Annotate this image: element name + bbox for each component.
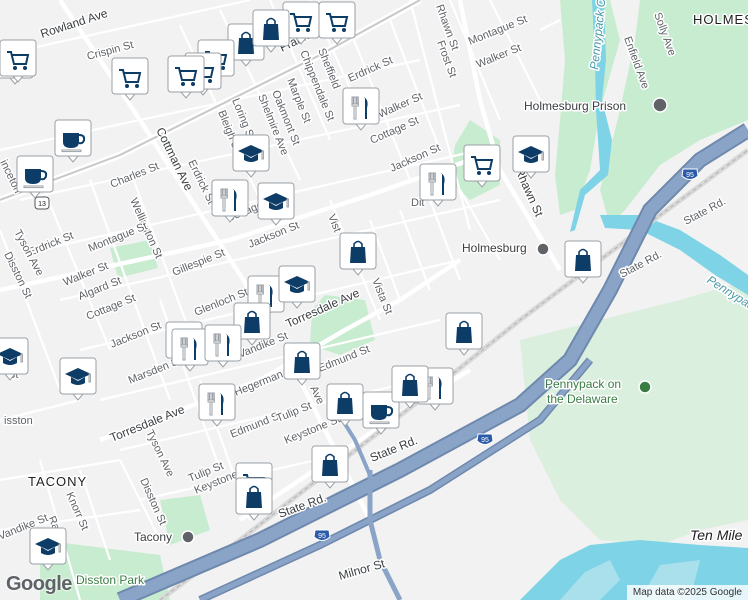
svg-text:95: 95	[686, 172, 694, 179]
shopping-cart-icon[interactable]	[111, 57, 149, 101]
park-tree-icon	[638, 380, 652, 394]
shopping-bag-icon[interactable]	[391, 365, 429, 409]
google-logo: Google	[6, 573, 72, 595]
restaurant-icon[interactable]	[419, 163, 457, 207]
route-13-shield: 13	[34, 196, 50, 210]
map-svg[interactable]: 95 95 95 13 Rowland Ave Frankford Ave Cr…	[0, 0, 748, 600]
school-icon[interactable]	[232, 134, 270, 178]
shopping-bag-icon[interactable]	[564, 240, 602, 284]
school-icon[interactable]	[59, 357, 97, 401]
holmesburg-station-icon	[536, 242, 550, 256]
svg-text:95: 95	[318, 533, 326, 540]
school-icon[interactable]	[29, 527, 67, 571]
label-pennypack-park-1: Pennypack on	[545, 377, 621, 391]
label-isston: isston	[4, 415, 33, 427]
svg-text:95: 95	[481, 437, 489, 444]
label-knorr: Knorr St	[63, 490, 90, 532]
label-tyson-low: Tyson Ave	[143, 428, 176, 479]
prison-landmark-icon	[652, 97, 668, 113]
school-icon[interactable]	[512, 135, 550, 179]
label-jackson-left: Jackson St	[109, 319, 163, 350]
label-walker-mid: Walker St	[376, 91, 424, 121]
tacony-station-icon	[181, 530, 195, 544]
cafe-icon[interactable]	[16, 155, 54, 199]
school-icon[interactable]	[278, 265, 316, 309]
shopping-cart-icon[interactable]	[167, 55, 205, 99]
i95-shield-2: 95	[476, 433, 494, 445]
label-milnor: Milnor St	[337, 556, 387, 583]
svg-text:13: 13	[38, 201, 46, 208]
shopping-cart-icon[interactable]	[318, 1, 356, 45]
label-pennypack-park-2: the Delaware	[547, 392, 618, 406]
label-state-rd-far: State Rd.	[682, 196, 728, 228]
school-icon[interactable]	[257, 182, 295, 226]
map-attribution[interactable]: Map data ©2025 Google	[626, 585, 748, 600]
map-canvas[interactable]: 95 95 95 13 Rowland Ave Frankford Ave Cr…	[0, 0, 748, 600]
restaurant-icon[interactable]	[198, 383, 236, 427]
label-tulip-mid: Tulip St	[275, 400, 314, 425]
label-ten-mile: Ten Mile	[690, 527, 743, 543]
label-holmesburg-station: Holmesburg	[462, 241, 527, 255]
shopping-bag-icon[interactable]	[235, 477, 273, 521]
shopping-bag-icon[interactable]	[311, 445, 349, 489]
shopping-cart-icon[interactable]	[0, 39, 37, 83]
label-holmesburg-top: HOLMES	[693, 12, 748, 27]
shopping-bag-icon[interactable]	[326, 383, 364, 427]
restaurant-icon[interactable]	[171, 328, 209, 372]
label-disston-park: Disston Park	[76, 573, 145, 587]
restaurant-icon[interactable]	[204, 324, 242, 368]
restaurant-icon[interactable]	[342, 87, 380, 131]
label-vista-top: Vist	[325, 213, 343, 234]
label-holmesburg-prison: Holmesburg Prison	[524, 99, 626, 113]
shopping-cart-icon[interactable]	[463, 144, 501, 188]
shopping-bag-icon[interactable]	[445, 312, 483, 356]
label-walker-top: Walker St	[475, 42, 523, 71]
shopping-bag-icon[interactable]	[252, 9, 290, 53]
shopping-bag-icon[interactable]	[283, 342, 321, 386]
label-tacony-station: Tacony	[134, 530, 172, 544]
school-icon[interactable]	[0, 337, 29, 381]
label-tacony: TACONY	[28, 474, 87, 489]
shopping-bag-icon[interactable]	[339, 232, 377, 276]
label-rowland: Rowland Ave	[39, 6, 110, 41]
i95-shield-3: 95	[313, 529, 331, 541]
i95-shield-1: 95	[681, 168, 699, 180]
cafe-icon[interactable]	[54, 119, 92, 163]
label-vista: Vista St	[369, 277, 394, 316]
label-charles: Charles St	[109, 160, 161, 190]
label-montague-top: Montague St	[467, 13, 529, 47]
restaurant-icon[interactable]	[211, 179, 249, 223]
label-cottman: Cottman Ave	[153, 125, 196, 193]
